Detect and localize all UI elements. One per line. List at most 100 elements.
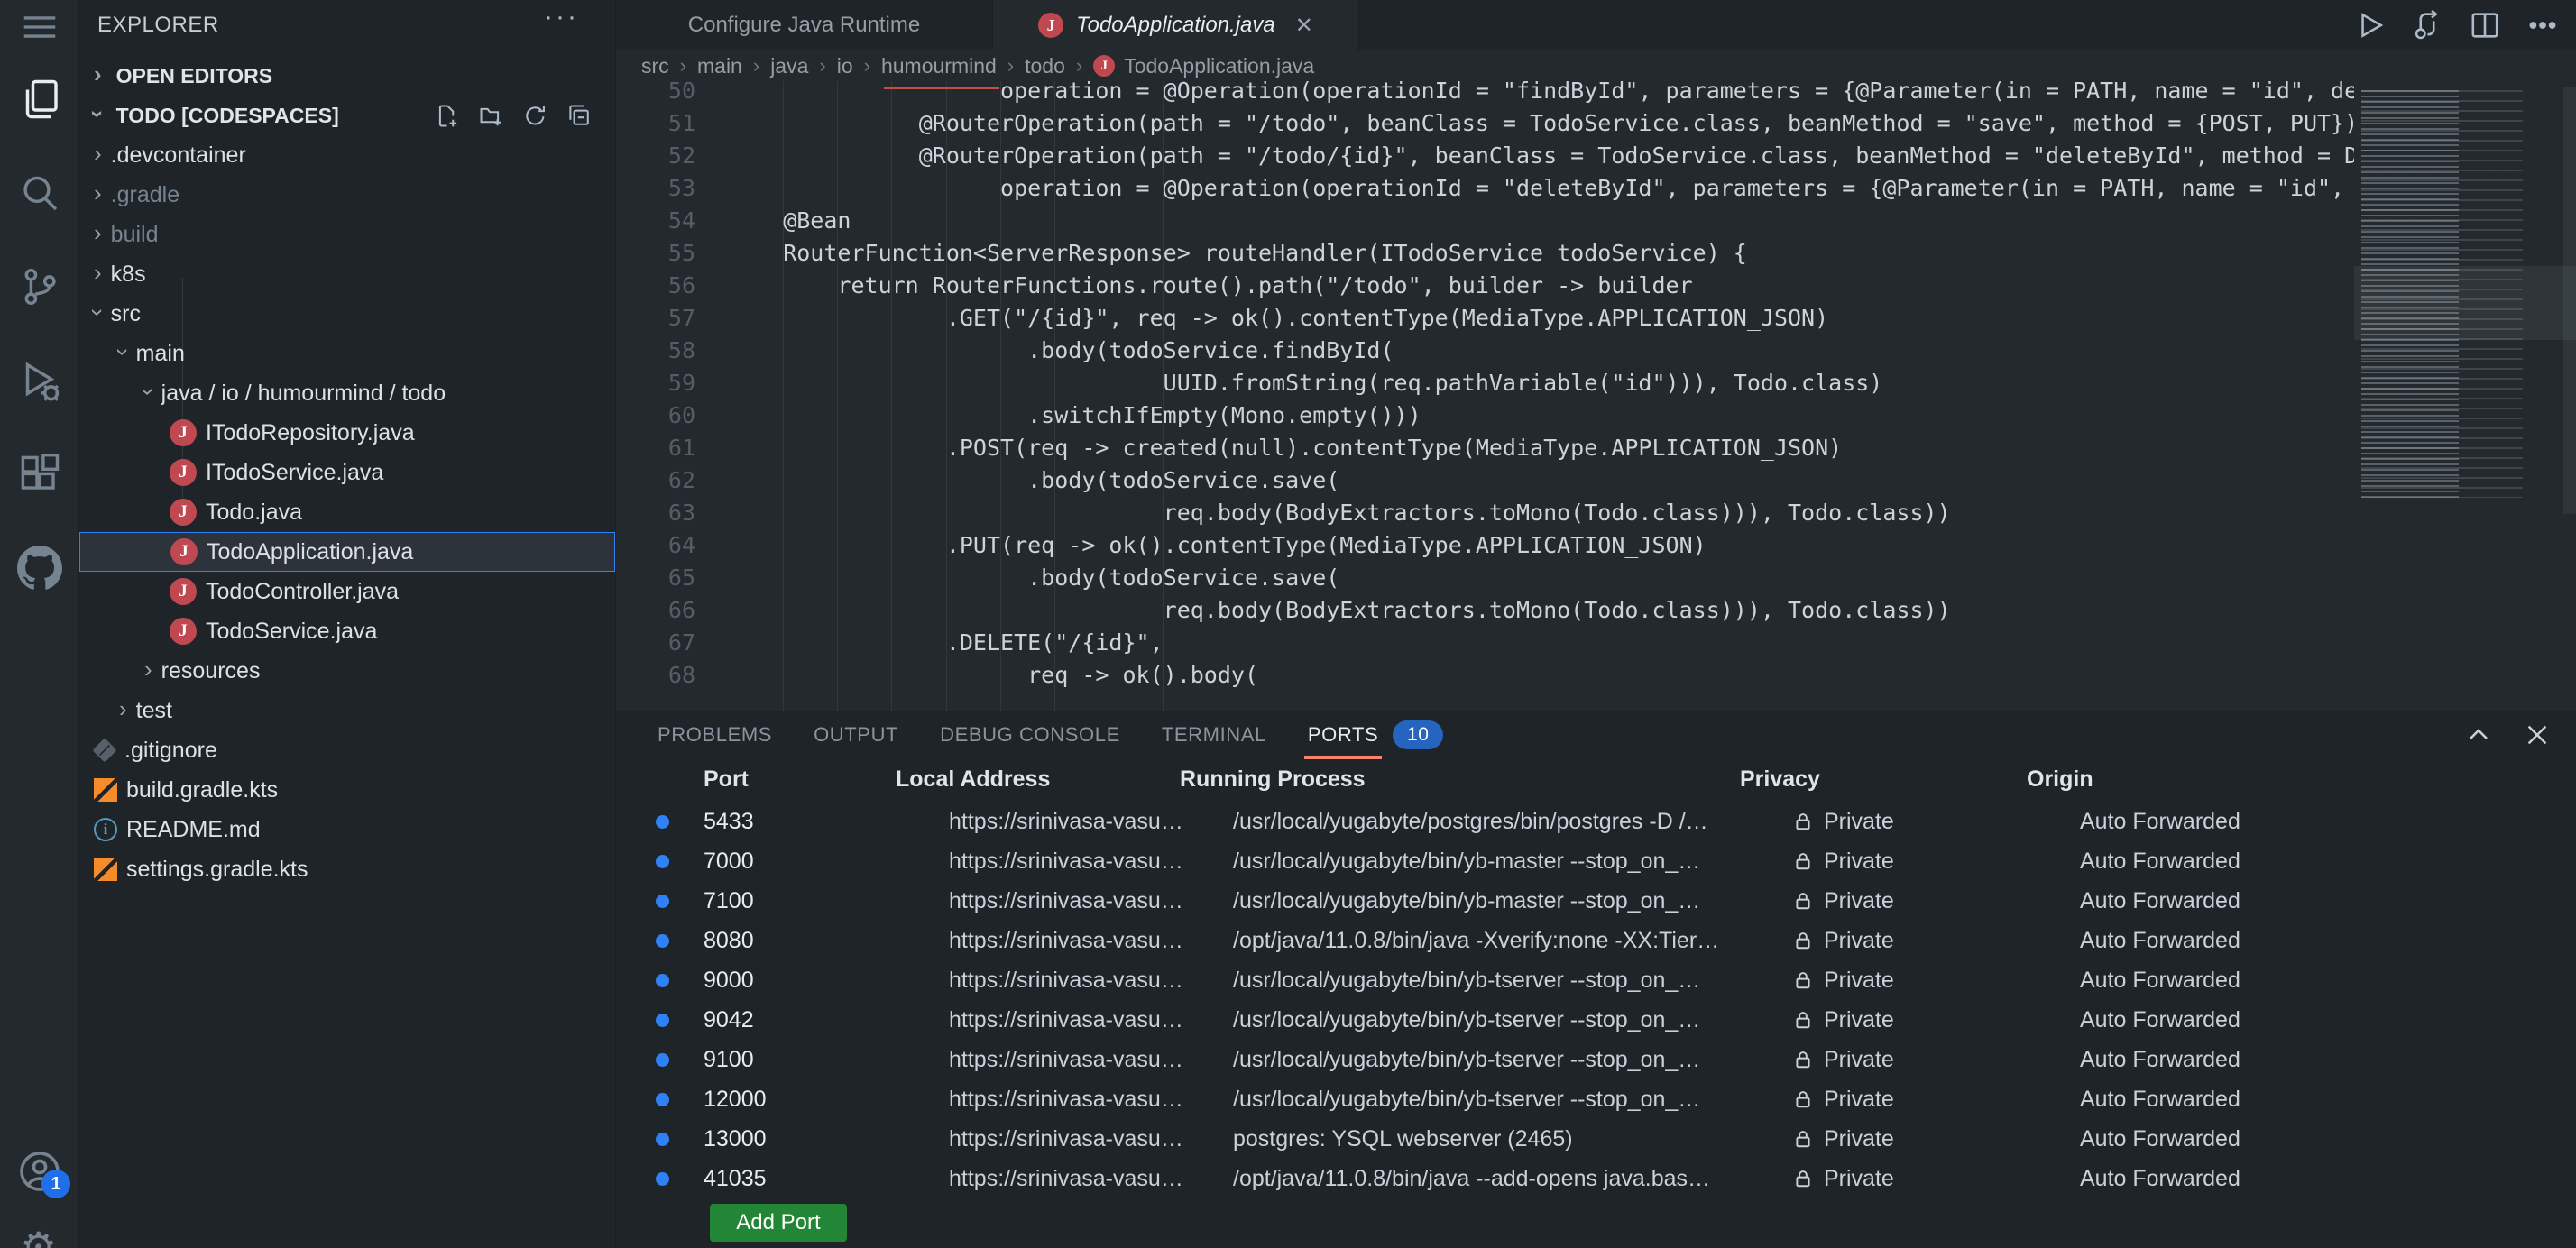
local-address-link[interactable]: https://srinivasa-vasu… xyxy=(949,1007,1233,1033)
java-file-icon: J xyxy=(170,419,197,446)
local-address-link[interactable]: https://srinivasa-vasu… xyxy=(949,968,1233,994)
sidebar-item-search[interactable] xyxy=(0,153,78,233)
sidebar-item-extensions[interactable] xyxy=(0,435,78,514)
menu-button[interactable] xyxy=(0,0,78,67)
tab-configure-java-runtime[interactable]: Configure Java Runtime xyxy=(616,0,993,50)
run-icon[interactable] xyxy=(2354,10,2385,41)
port-status-dot xyxy=(656,854,669,868)
port-row[interactable]: 7100 https://srinivasa-vasu… /usr/local/… xyxy=(616,881,2576,921)
tab-todoapplication[interactable]: J TodoApplication.java ✕ xyxy=(993,0,1359,50)
explorer-more-actions-icon[interactable]: ··· xyxy=(544,2,579,32)
panel-tab-ports[interactable]: PORTS 10 xyxy=(1303,720,1444,759)
tree-item-itodorepository[interactable]: J ITodoRepository.java xyxy=(79,413,615,453)
lock-icon xyxy=(1796,932,1810,950)
scrollbar[interactable] xyxy=(2563,87,2576,514)
port-row[interactable]: 7000 https://srinivasa-vasu… /usr/local/… xyxy=(616,841,2576,881)
tree-item-build[interactable]: › build xyxy=(79,215,615,254)
local-address-link[interactable]: https://srinivasa-vasu… xyxy=(949,888,1233,914)
tree-item-src[interactable]: › src xyxy=(79,294,615,334)
breadcrumb-item[interactable]: humourmind xyxy=(881,54,997,78)
local-address-link[interactable]: https://srinivasa-vasu… xyxy=(949,1047,1233,1073)
more-actions-icon[interactable] xyxy=(2527,10,2558,41)
settings-gear-icon[interactable]: ⚙ xyxy=(20,1223,57,1248)
editor-tab-bar: Configure Java Runtime J TodoApplication… xyxy=(616,0,2576,50)
tree-item-gradle[interactable]: › .gradle xyxy=(79,175,615,215)
port-row[interactable]: 12000 https://srinivasa-vasu… /usr/local… xyxy=(616,1079,2576,1119)
collapse-all-icon[interactable] xyxy=(567,104,592,128)
panel-tab-debug-console[interactable]: DEBUG CONSOLE xyxy=(940,723,1120,747)
maximize-panel-icon[interactable] xyxy=(2464,720,2493,749)
local-address-link[interactable]: https://srinivasa-vasu… xyxy=(949,809,1233,835)
compare-changes-icon[interactable] xyxy=(2412,10,2443,41)
local-address-link[interactable]: https://srinivasa-vasu… xyxy=(949,1166,1233,1192)
local-address-link[interactable]: https://srinivasa-vasu… xyxy=(949,849,1233,875)
port-row[interactable]: 8080 https://srinivasa-vasu… /opt/java/1… xyxy=(616,921,2576,960)
panel-tab-problems[interactable]: PROBLEMS xyxy=(658,723,772,747)
port-row[interactable]: 13000 https://srinivasa-vasu… postgres: … xyxy=(616,1119,2576,1159)
port-row[interactable]: 9100 https://srinivasa-vasu… /usr/local/… xyxy=(616,1040,2576,1079)
tree-item-k8s[interactable]: › k8s xyxy=(79,254,615,294)
code-line: 58 .body(todoService.findById( xyxy=(667,337,1394,363)
new-folder-icon[interactable] xyxy=(479,104,503,128)
explorer-files-icon xyxy=(25,79,58,119)
chevron-right-icon: › xyxy=(119,694,127,722)
tree-item-test[interactable]: › test xyxy=(79,691,615,730)
code-editor[interactable]: 50 operation = @Operation(operationId = … xyxy=(616,81,2576,711)
lock-icon xyxy=(1796,813,1810,830)
port-row[interactable]: 41035 https://srinivasa-vasu… /opt/java/… xyxy=(616,1159,2576,1198)
new-file-icon[interactable] xyxy=(435,104,459,128)
breadcrumb: src › main › java › io › humourmind › todo › J… xyxy=(616,50,2576,81)
extensions-icon xyxy=(21,453,60,490)
minimap[interactable] xyxy=(2354,81,2576,711)
tree-item-todoservice[interactable]: J TodoService.java xyxy=(79,611,615,651)
lock-icon xyxy=(1796,893,1810,910)
breadcrumb-item[interactable]: main xyxy=(697,54,742,78)
tree-item-todoapplication-selected[interactable]: J TodoApplication.java xyxy=(79,532,615,572)
tree-item-build-gradle[interactable]: build.gradle.kts xyxy=(79,770,615,810)
tree-item-settings-gradle[interactable]: settings.gradle.kts xyxy=(79,849,615,889)
port-row[interactable]: 5433 https://srinivasa-vasu… /usr/local/… xyxy=(616,802,2576,841)
section-project-root[interactable]: › TODO [CODESPACES] xyxy=(79,96,615,135)
sidebar-item-github[interactable] xyxy=(0,528,78,608)
close-panel-icon[interactable] xyxy=(2524,721,2551,748)
local-address-link[interactable]: https://srinivasa-vasu… xyxy=(949,1087,1233,1113)
code-line: 62 .body(todoService.save( xyxy=(667,467,1340,493)
sidebar-item-run-debug[interactable] xyxy=(0,341,78,420)
tree-item-todocontroller[interactable]: J TodoController.java xyxy=(79,572,615,611)
breadcrumb-item-file[interactable]: J TodoApplication.java xyxy=(1093,54,1314,78)
tree-item-todo-java[interactable]: J Todo.java xyxy=(79,492,615,532)
code-line: 54 @Bean xyxy=(667,207,851,234)
code-line: 57 .GET("/{id}", req -> ok().contentType… xyxy=(667,305,1829,331)
tree-item-readme[interactable]: i README.md xyxy=(79,810,615,849)
sidebar-item-explorer[interactable] xyxy=(0,60,78,139)
panel-tab-terminal[interactable]: TERMINAL xyxy=(1162,723,1266,747)
vscode-window: 1 ⚙ EXPLORER ··· › OPEN EDITORS › TODO [… xyxy=(0,0,2576,1248)
tree-item-devcontainer[interactable]: › .devcontainer xyxy=(79,135,615,175)
local-address-link[interactable]: https://srinivasa-vasu… xyxy=(949,1126,1233,1152)
tree-item-main[interactable]: › main xyxy=(79,334,615,373)
tree-item-java-package[interactable]: › java / io / humourmind / todo xyxy=(79,373,615,413)
port-status-dot xyxy=(656,1092,669,1106)
panel-tab-output[interactable]: OUTPUT xyxy=(814,723,898,747)
local-address-link[interactable]: https://srinivasa-vasu… xyxy=(949,928,1233,954)
account-button[interactable]: 1 xyxy=(0,1132,78,1211)
github-icon xyxy=(17,546,62,590)
split-editor-icon[interactable] xyxy=(2470,10,2500,41)
close-tab-icon[interactable]: ✕ xyxy=(1295,13,1313,39)
tree-item-itodoservice[interactable]: J ITodoService.java xyxy=(79,453,615,492)
sidebar-item-source-control[interactable] xyxy=(0,247,78,326)
breadcrumb-item[interactable]: todo xyxy=(1025,54,1065,78)
tree-item-gitignore[interactable]: .gitignore xyxy=(79,730,615,770)
add-port-button[interactable]: Add Port xyxy=(710,1204,847,1242)
chevron-down-icon: › xyxy=(109,347,137,356)
port-row[interactable]: 9000 https://srinivasa-vasu… /usr/local/… xyxy=(616,960,2576,1000)
breadcrumb-item[interactable]: src xyxy=(641,54,669,78)
section-open-editors[interactable]: › OPEN EDITORS xyxy=(79,56,615,96)
breadcrumb-item[interactable]: io xyxy=(837,54,853,78)
java-file-icon: J xyxy=(170,578,197,605)
tree-item-resources[interactable]: › resources xyxy=(79,651,615,691)
refresh-icon[interactable] xyxy=(523,104,547,128)
port-row[interactable]: 9042 https://srinivasa-vasu… /usr/local/… xyxy=(616,1000,2576,1040)
minimap-slider[interactable] xyxy=(2354,266,2576,340)
breadcrumb-item[interactable]: java xyxy=(770,54,808,78)
